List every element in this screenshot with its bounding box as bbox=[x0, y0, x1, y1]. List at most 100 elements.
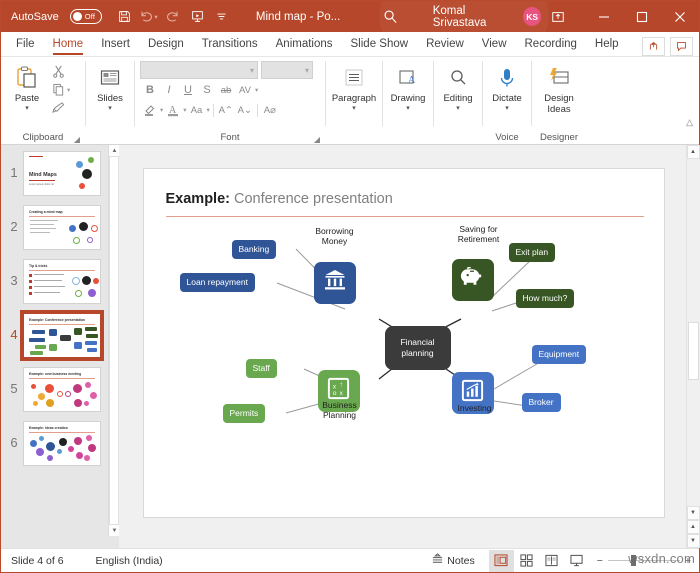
dictate-button[interactable]: Dictate ▾ bbox=[486, 60, 528, 112]
format-painter-button[interactable] bbox=[50, 99, 72, 116]
tab-transitions[interactable]: Transitions bbox=[193, 32, 267, 56]
tab-design[interactable]: Design bbox=[139, 32, 193, 56]
branch-icon-saving-retirement[interactable] bbox=[451, 258, 494, 301]
child-node-exit-plan[interactable]: Exit plan bbox=[508, 242, 556, 262]
slide-scrollbar-thumb[interactable] bbox=[687, 322, 699, 381]
list-item[interactable]: 5 Example: new business meeting bbox=[1, 367, 119, 412]
slides-caret-icon[interactable]: ▾ bbox=[108, 105, 112, 112]
paragraph-button[interactable]: Paragraph ▾ bbox=[329, 60, 379, 112]
slide-thumbnail-3[interactable]: Tip & tricks bbox=[23, 259, 101, 304]
undo-icon[interactable]: ▾ bbox=[136, 5, 160, 29]
tab-review[interactable]: Review bbox=[417, 32, 473, 56]
copy-caret-icon[interactable]: ▾ bbox=[67, 86, 70, 94]
next-slide-button[interactable]: ▼ bbox=[686, 534, 700, 548]
list-item[interactable]: 1 Mind Maps Lorem ipsum dolor sit bbox=[1, 151, 119, 196]
child-node-broker[interactable]: Broker bbox=[521, 392, 561, 412]
share-icon[interactable] bbox=[642, 37, 665, 56]
user-account[interactable]: Komal Srivastava KS bbox=[433, 5, 542, 29]
drawing-button[interactable]: A Drawing ▾ bbox=[386, 60, 430, 112]
tab-insert[interactable]: Insert bbox=[92, 32, 139, 56]
thumbnail-scrollbar[interactable]: ▲ ▼ bbox=[108, 145, 120, 536]
child-node-permits[interactable]: Permits bbox=[222, 403, 266, 423]
collapse-ribbon-icon[interactable]: △ bbox=[686, 117, 693, 128]
italic-button[interactable]: I bbox=[160, 81, 178, 99]
tab-recording[interactable]: Recording bbox=[516, 32, 586, 56]
slideshow-view-button[interactable] bbox=[564, 550, 589, 572]
customize-quick-access-icon[interactable] bbox=[210, 5, 234, 29]
slide-editor[interactable]: Example: Conference presentation Financi… bbox=[143, 168, 664, 517]
highlight-caret-icon[interactable]: ▾ bbox=[160, 106, 163, 114]
thumbnail-scrollbar-thumb[interactable] bbox=[109, 156, 119, 525]
decrease-font-size-button[interactable]: A⌄ bbox=[236, 101, 254, 119]
slide-thumbnail-2[interactable]: Creating a mind map bbox=[23, 205, 101, 250]
slide-scrollbar[interactable]: ▲ ▼ ▲ ▼ bbox=[686, 145, 700, 548]
copy-button[interactable]: ▾ bbox=[50, 81, 72, 98]
child-node-staff[interactable]: Staff bbox=[245, 358, 277, 378]
comments-icon[interactable] bbox=[670, 37, 693, 56]
design-ideas-button[interactable]: Design Ideas bbox=[535, 60, 583, 116]
zoom-out-button[interactable]: − bbox=[597, 555, 603, 567]
branch-icon-borrowing-money[interactable] bbox=[313, 261, 356, 304]
previous-slide-button[interactable]: ▲ bbox=[686, 520, 700, 534]
paragraph-caret-icon[interactable]: ▾ bbox=[352, 105, 356, 112]
slides-button[interactable]: Slides ▾ bbox=[89, 60, 131, 112]
editing-caret-icon[interactable]: ▾ bbox=[456, 105, 460, 112]
list-item[interactable]: 3 Tip & tricks bbox=[1, 259, 119, 304]
thumbnail-horizontal-scrollbar[interactable] bbox=[1, 536, 119, 548]
notes-button[interactable]: Notes bbox=[431, 553, 488, 568]
character-spacing-button[interactable]: AV bbox=[236, 81, 254, 99]
list-item[interactable]: 2 Creating a mind map bbox=[1, 205, 119, 250]
tab-help[interactable]: Help bbox=[586, 32, 628, 56]
minimize-icon[interactable] bbox=[585, 1, 623, 32]
autosave-toggle[interactable]: Off bbox=[69, 9, 102, 24]
text-highlight-icon[interactable] bbox=[141, 101, 159, 119]
font-size-input[interactable]: ▾ bbox=[261, 61, 313, 79]
change-case-button[interactable]: Aa bbox=[188, 101, 206, 119]
tab-animations[interactable]: Animations bbox=[267, 32, 342, 56]
scroll-down-icon[interactable]: ▼ bbox=[686, 506, 700, 520]
text-shadow-button[interactable]: S bbox=[198, 81, 216, 99]
font-color-icon[interactable]: A bbox=[164, 101, 182, 119]
redo-icon[interactable] bbox=[161, 5, 185, 29]
increase-font-size-button[interactable]: A⌃ bbox=[217, 101, 235, 119]
character-spacing-caret-icon[interactable]: ▾ bbox=[255, 86, 258, 94]
editing-button[interactable]: Editing ▾ bbox=[437, 60, 479, 112]
list-item[interactable]: 6 Example: Ideas creation bbox=[1, 421, 119, 466]
change-case-caret-icon[interactable]: ▾ bbox=[207, 106, 210, 114]
reading-view-button[interactable] bbox=[539, 550, 564, 572]
strikethrough-button[interactable]: ab bbox=[217, 81, 235, 99]
font-dialog-launcher-icon[interactable]: ◢ bbox=[314, 135, 320, 144]
child-node-equipment[interactable]: Equipment bbox=[531, 344, 587, 364]
language-indicator[interactable]: English (India) bbox=[74, 555, 173, 567]
maximize-icon[interactable] bbox=[623, 1, 661, 32]
clipboard-dialog-launcher-icon[interactable]: ◢ bbox=[74, 135, 80, 144]
slide-thumbnail-5[interactable]: Example: new business meeting bbox=[23, 367, 101, 412]
paste-caret-icon[interactable]: ▾ bbox=[25, 105, 29, 112]
tab-view[interactable]: View bbox=[473, 32, 516, 56]
child-node-banking[interactable]: Banking bbox=[231, 239, 277, 259]
slide-thumbnail-1[interactable]: Mind Maps Lorem ipsum dolor sit bbox=[23, 151, 101, 196]
drawing-caret-icon[interactable]: ▾ bbox=[406, 105, 410, 112]
slide-sorter-view-button[interactable] bbox=[514, 550, 539, 572]
child-node-how-much[interactable]: How much? bbox=[515, 288, 575, 308]
font-color-caret-icon[interactable]: ▾ bbox=[183, 106, 186, 114]
ribbon-display-options-icon[interactable] bbox=[541, 1, 575, 32]
normal-view-button[interactable] bbox=[488, 549, 514, 572]
center-node-financial-planning[interactable]: Financial planning bbox=[384, 325, 451, 370]
slide-thumbnail-6[interactable]: Example: Ideas creation bbox=[23, 421, 101, 466]
paste-button[interactable]: Paste ▾ bbox=[4, 60, 50, 112]
slide-scrollbar-track[interactable] bbox=[686, 159, 700, 506]
slide-thumbnail-4[interactable]: Example: Conference presentation bbox=[20, 310, 104, 361]
tab-home[interactable]: Home bbox=[44, 32, 93, 56]
font-name-input[interactable]: ▾ bbox=[140, 61, 258, 79]
scroll-up-icon[interactable]: ▲ bbox=[686, 145, 700, 159]
save-icon[interactable] bbox=[112, 5, 136, 29]
cut-button[interactable] bbox=[50, 63, 72, 80]
tab-file[interactable]: File bbox=[7, 32, 44, 56]
underline-button[interactable]: U bbox=[179, 81, 197, 99]
clear-formatting-button[interactable]: A⌀ bbox=[261, 101, 279, 119]
dictate-caret-icon[interactable]: ▾ bbox=[505, 105, 509, 112]
child-node-loan-repayment[interactable]: Loan repayment bbox=[179, 272, 255, 292]
search-icon[interactable] bbox=[378, 5, 402, 29]
close-icon[interactable] bbox=[661, 1, 699, 32]
